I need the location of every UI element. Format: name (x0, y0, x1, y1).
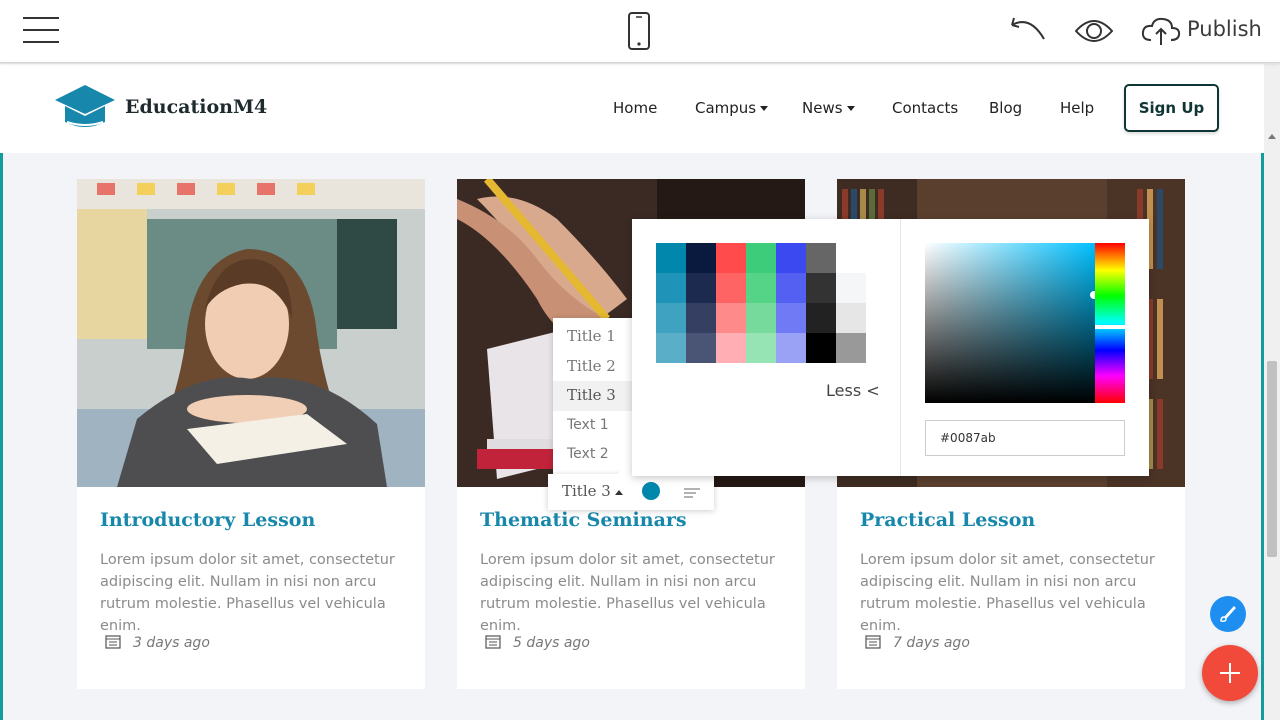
nav-news-label: News (802, 99, 843, 117)
color-swatch[interactable] (806, 303, 836, 333)
color-swatch[interactable] (716, 273, 746, 303)
text-style-option-text-1[interactable]: Text 1 (553, 411, 633, 441)
card-date: 3 days ago (133, 635, 210, 651)
add-block-button[interactable] (1202, 645, 1258, 701)
calendar-icon (865, 635, 881, 649)
hue-slider-handle[interactable] (1095, 325, 1125, 329)
text-style-selected-label: Title 3 (562, 482, 611, 500)
text-style-option-title-1[interactable]: Title 1 (553, 322, 633, 352)
mobile-view-icon[interactable] (627, 12, 651, 50)
color-swatch[interactable] (686, 333, 716, 363)
lesson-card: Introductory Lesson Lorem ipsum dolor si… (77, 179, 425, 689)
calendar-icon (485, 635, 501, 649)
card-date: 5 days ago (513, 635, 590, 651)
color-swatch[interactable] (746, 303, 776, 333)
nav-contacts[interactable]: Contacts (892, 99, 958, 117)
color-swatch[interactable] (686, 303, 716, 333)
card-title[interactable]: Practical Lesson (860, 509, 1035, 531)
color-swatch[interactable] (776, 303, 806, 333)
card-image-student-reading[interactable] (77, 179, 425, 487)
card-description[interactable]: Lorem ipsum dolor sit amet, consectetur … (480, 549, 790, 637)
picker-divider (900, 219, 901, 476)
color-swatch[interactable] (806, 243, 836, 273)
text-style-select[interactable]: Title 3 (562, 482, 623, 500)
text-style-option-text-2[interactable]: Text 2 (553, 440, 633, 470)
brush-icon (1220, 605, 1236, 622)
card-date: 7 days ago (893, 635, 970, 651)
color-swatch[interactable] (836, 273, 866, 303)
hue-slider[interactable] (1095, 243, 1125, 403)
chevron-down-icon (760, 106, 769, 111)
nav-help[interactable]: Help (1060, 99, 1094, 117)
chevron-down-icon (846, 106, 855, 111)
card-description[interactable]: Lorem ipsum dolor sit amet, consectetur … (100, 549, 410, 637)
scroll-up-arrow-icon[interactable] (1268, 134, 1276, 139)
preview-eye-icon[interactable] (1075, 17, 1113, 45)
text-color-button[interactable] (642, 482, 660, 500)
text-style-option-title-2[interactable]: Title 2 (553, 352, 633, 382)
card-title[interactable]: Introductory Lesson (100, 509, 315, 531)
section-left-accent (0, 153, 3, 720)
color-swatch[interactable] (655, 242, 687, 274)
text-align-icon[interactable] (684, 488, 700, 498)
color-swatch[interactable] (746, 243, 776, 273)
color-swatch[interactable] (656, 333, 686, 363)
nav-campus-label: Campus (695, 99, 757, 117)
chevron-up-icon (614, 489, 623, 495)
menu-icon[interactable] (23, 16, 59, 44)
color-swatch[interactable] (686, 273, 716, 303)
graduation-cap-logo-icon[interactable] (54, 84, 116, 132)
undo-icon[interactable] (1008, 17, 1048, 43)
color-swatch[interactable] (716, 243, 746, 273)
color-swatch[interactable] (836, 333, 866, 363)
text-style-dropdown: Title 1 Title 2 Title 3 Text 1 Text 2 (553, 318, 633, 474)
hex-color-input[interactable] (925, 420, 1125, 456)
card-description[interactable]: Lorem ipsum dolor sit amet, consectetur … (860, 549, 1170, 637)
nav-blog[interactable]: Blog (989, 99, 1022, 117)
editor-toolbar: Publish (0, 0, 1280, 63)
inline-text-toolbar: Title 3 (548, 465, 714, 510)
color-swatch[interactable] (686, 243, 716, 273)
color-swatch[interactable] (806, 273, 836, 303)
scrollbar-thumb[interactable] (1267, 361, 1277, 557)
cloud-upload-icon[interactable] (1141, 16, 1181, 46)
text-style-option-title-3[interactable]: Title 3 (553, 381, 633, 411)
color-swatch[interactable] (806, 333, 836, 363)
color-swatch[interactable] (836, 303, 866, 333)
color-swatch[interactable] (656, 273, 686, 303)
color-picker-panel: Less < (632, 219, 1149, 476)
saturation-area[interactable] (925, 243, 1095, 403)
color-swatch[interactable] (656, 303, 686, 333)
color-swatch[interactable] (776, 243, 806, 273)
color-swatch[interactable] (746, 273, 776, 303)
card-title[interactable]: Thematic Seminars (480, 509, 687, 531)
color-swatch[interactable] (716, 303, 746, 333)
color-swatch[interactable] (716, 333, 746, 363)
plus-icon (1220, 663, 1240, 683)
sign-up-button[interactable]: Sign Up (1124, 84, 1219, 132)
edit-style-button[interactable] (1210, 596, 1246, 632)
less-colors-link[interactable]: Less < (826, 381, 880, 400)
scrollbar[interactable] (1264, 64, 1280, 720)
nav-news[interactable]: News (802, 99, 855, 117)
publish-button[interactable]: Publish (1187, 17, 1262, 41)
color-swatch[interactable] (776, 333, 806, 363)
color-swatch-grid (655, 242, 866, 363)
nav-home[interactable]: Home (613, 99, 657, 117)
site-brand-name[interactable]: EducationM4 (125, 96, 267, 118)
color-swatch[interactable] (746, 333, 776, 363)
site-navbar: EducationM4 Home Campus News Contacts Bl… (0, 64, 1264, 153)
calendar-icon (105, 635, 121, 649)
color-swatch[interactable] (776, 273, 806, 303)
nav-campus[interactable]: Campus (695, 99, 769, 117)
